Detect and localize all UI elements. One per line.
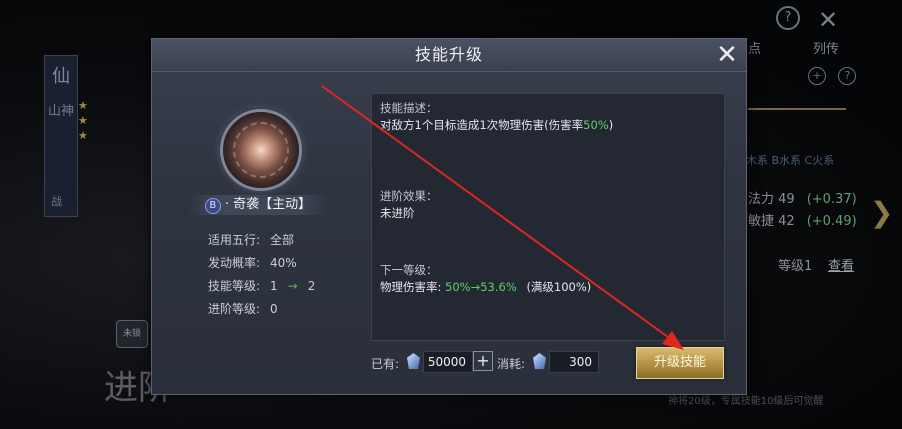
advance-section: 进阶效果： 未进阶 bbox=[380, 188, 438, 222]
desc-prefix: 对敌方1个目标造成1次物理伤害(伤害率 bbox=[380, 118, 584, 132]
close-icon[interactable]: ✕ bbox=[818, 6, 838, 34]
arrow-right-icon: → bbox=[470, 280, 481, 294]
description-section: 技能描述： 对敌方1个目标造成1次物理伤害(伤害率50%) bbox=[380, 100, 613, 134]
side-char: 仙 bbox=[52, 66, 70, 87]
plus-icon[interactable]: + bbox=[808, 67, 826, 85]
desc-suffix: ) bbox=[608, 118, 614, 132]
skill-name-row: B · 奇袭【主动】 bbox=[188, 195, 328, 215]
help-icon-small[interactable]: ? bbox=[838, 67, 857, 85]
crystal-icon bbox=[533, 353, 546, 369]
star-rating-icon: ★ ★ ★ bbox=[78, 99, 88, 142]
skill-name: · 奇袭【主动】 bbox=[224, 197, 312, 212]
tab-dian[interactable]: 点 bbox=[748, 38, 761, 57]
level-from: 1 bbox=[270, 279, 278, 293]
chevron-right-icon[interactable]: ❯ bbox=[870, 196, 893, 229]
view-link[interactable]: 查看 bbox=[828, 255, 854, 274]
help-icon[interactable]: ? bbox=[776, 6, 800, 30]
dialog-title: 技能升级 bbox=[152, 39, 746, 72]
tab-liezhuan[interactable]: 列传 bbox=[813, 38, 839, 57]
stat-row: 技能等级: 1 → 2 bbox=[208, 275, 315, 298]
stat-delta: (+0.49) bbox=[806, 214, 857, 229]
section-head: 进阶效果： bbox=[380, 189, 438, 203]
section-head: 下一等级： bbox=[380, 263, 438, 277]
stat-label: 发动概率: bbox=[208, 256, 261, 270]
owned-value: 50000 bbox=[423, 351, 473, 373]
skill-info-panel: 技能描述： 对敌方1个目标造成1次物理伤害(伤害率50%) 进阶效果： 未进阶 … bbox=[371, 93, 725, 341]
next-max: (满级100%) bbox=[526, 280, 592, 294]
cost-label: 消耗: bbox=[497, 357, 526, 371]
skill-icon bbox=[220, 109, 302, 191]
skill-upgrade-dialog: 技能升级 ✕ B · 奇袭【主动】 适用五行: 全部 发动概率: 40% 技能等级… bbox=[151, 38, 747, 395]
next-label: 物理伤害率: bbox=[380, 280, 442, 294]
section-head: 技能描述： bbox=[380, 101, 438, 115]
level-to: 2 bbox=[307, 279, 316, 293]
desc-value: 50% bbox=[583, 118, 609, 132]
stat-label: 适用五行: bbox=[208, 233, 261, 247]
stat-value: 40% bbox=[270, 256, 297, 270]
add-resource-button[interactable]: + bbox=[473, 351, 493, 371]
owned-label: 已有: bbox=[371, 357, 400, 371]
stat-label: 技能等级: bbox=[208, 279, 261, 293]
close-x-icon[interactable]: ✕ bbox=[714, 42, 740, 68]
section-text: 物理伤害率: 50%→53.6% (满级100%) bbox=[380, 279, 591, 296]
bg-row-controls: + ? bbox=[800, 67, 857, 85]
stat-value: 全部 bbox=[270, 233, 295, 247]
grade-badge: B bbox=[204, 198, 221, 214]
stat-value: 0 bbox=[270, 302, 278, 316]
progress-bar bbox=[748, 108, 846, 110]
cost-value: 300 bbox=[549, 351, 599, 373]
crystal-icon bbox=[407, 353, 420, 369]
stat-row-mana: 法力 49 (+0.37) bbox=[748, 188, 857, 207]
next-level-section: 下一等级： 物理伤害率: 50%→53.6% (满级100%) bbox=[380, 262, 591, 296]
level-label: 等级1 bbox=[778, 259, 813, 274]
stat-row: 进阶等级: 0 bbox=[208, 298, 315, 321]
section-text: 对敌方1个目标造成1次物理伤害(伤害率50%) bbox=[380, 117, 613, 134]
stat-row-agility: 敏捷 42 (+0.49) bbox=[748, 210, 857, 229]
stat-row: 发动概率: 40% bbox=[208, 252, 315, 275]
locked-badge: 未锁 bbox=[116, 320, 148, 348]
stat-delta: (+0.37) bbox=[806, 192, 857, 207]
upgrade-skill-button[interactable]: 升级技能 bbox=[636, 347, 724, 379]
next-to: 53.6% bbox=[480, 280, 517, 294]
stat-label: 进阶等级: bbox=[208, 302, 261, 316]
next-from: 50% bbox=[445, 280, 471, 294]
stat-label: 敏捷 42 bbox=[748, 214, 795, 229]
section-text: 未进阶 bbox=[380, 206, 415, 220]
stat-label: 法力 49 bbox=[748, 192, 795, 207]
skill-stats: 适用五行: 全部 发动概率: 40% 技能等级: 1 → 2 进阶等级: 0 bbox=[208, 229, 315, 321]
element-tags: 木系 B水系 C火系 bbox=[746, 154, 835, 167]
side-name: 山神 bbox=[47, 104, 74, 119]
arrow-right-icon: → bbox=[287, 279, 298, 293]
stat-row: 适用五行: 全部 bbox=[208, 229, 315, 252]
battle-label: 战 bbox=[51, 195, 62, 208]
